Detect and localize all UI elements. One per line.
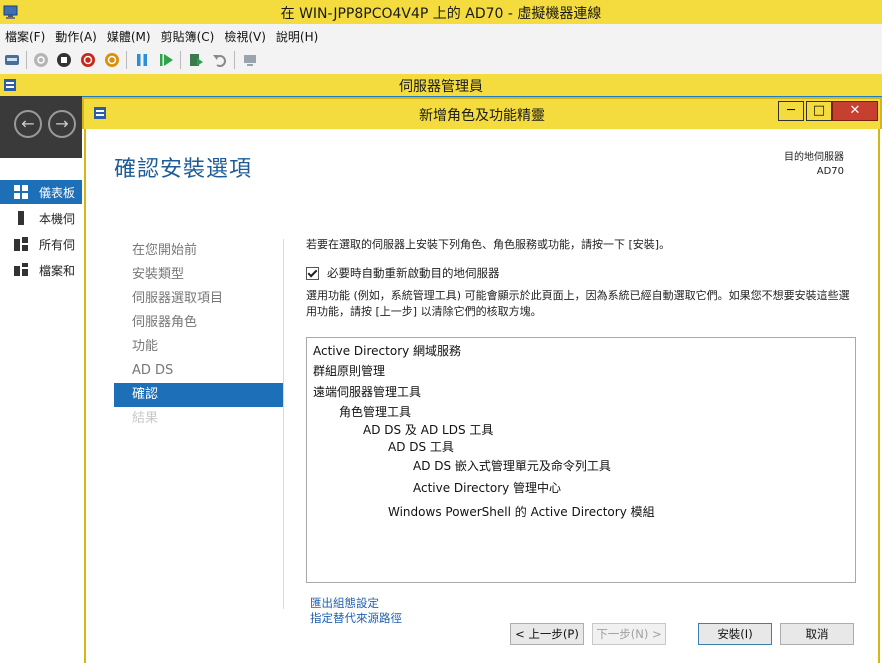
wizard-body: 確認安裝選項 目的地伺服器 AD70 在您開始前 安裝類型 伺服器選取項目 伺服…: [84, 129, 880, 663]
sidebar-item-label: 儀表板: [39, 186, 76, 200]
menu-view[interactable]: 檢視(V): [219, 24, 271, 45]
list-item: AD DS 工具: [388, 440, 454, 454]
intro-text: 若要在選取的伺服器上安裝下列角色、角色服務或功能，請按一下 [安裝]。: [306, 238, 671, 251]
revert-icon[interactable]: [212, 52, 228, 68]
export-settings-link[interactable]: 匯出組態設定: [310, 596, 402, 611]
forward-arrow-icon[interactable]: →: [48, 110, 76, 138]
toolbar-separator: [180, 51, 181, 69]
wizard-title-bar: 新增角色及功能精靈 ─ □ ✕: [82, 97, 882, 129]
step-server-roles[interactable]: 伺服器角色: [114, 311, 284, 335]
wizard-title: 新增角色及功能精靈: [419, 108, 545, 124]
list-item: Active Directory 網域服務: [313, 344, 462, 358]
steps-divider: [283, 239, 284, 609]
list-item: 遠端伺服器管理工具: [313, 385, 422, 399]
server-manager-nav-header: ← →: [0, 96, 82, 158]
toolbar-separator: [234, 51, 235, 69]
list-item: 角色管理工具: [339, 405, 412, 419]
previous-button[interactable]: < 上一步(P): [510, 623, 584, 645]
checkpoint-icon[interactable]: [188, 52, 204, 68]
save-state-icon[interactable]: [104, 52, 120, 68]
menu-clipboard[interactable]: 剪貼簿(C): [156, 24, 220, 45]
server-manager-title-bar: 伺服器管理員: [0, 74, 882, 96]
enhanced-session-icon[interactable]: [242, 52, 258, 68]
sidebar-item-label: 所有伺: [39, 238, 76, 252]
vm-window-title: 在 WIN-JPP8PCO4V4P 上的 AD70 - 虛擬機器連線: [280, 6, 602, 22]
selection-list[interactable]: Active Directory 網域服務 群組原則管理 遠端伺服器管理工具 角…: [306, 337, 856, 583]
wizard-steps: 在您開始前 安裝類型 伺服器選取項目 伺服器角色 功能 AD DS 確認 結果: [114, 239, 284, 431]
restart-checkbox[interactable]: [306, 267, 319, 280]
dashboard-icon: [14, 185, 28, 199]
minimize-icon[interactable]: ─: [778, 101, 804, 121]
install-button[interactable]: 安裝(I): [698, 623, 772, 645]
list-item: Windows PowerShell 的 Active Directory 模組: [388, 505, 655, 519]
list-item: Active Directory 管理中心: [413, 481, 562, 495]
turn-off-icon[interactable]: [56, 52, 72, 68]
step-before-you-begin[interactable]: 在您開始前: [114, 239, 284, 263]
step-features[interactable]: 功能: [114, 335, 284, 359]
step-ad-ds[interactable]: AD DS: [114, 359, 284, 383]
list-item: AD DS 及 AD LDS 工具: [363, 423, 494, 437]
all-servers-icon: [14, 237, 28, 251]
shutdown-icon[interactable]: [80, 52, 96, 68]
resume-icon[interactable]: [158, 52, 174, 68]
page-title: 確認安裝選項: [114, 157, 253, 182]
list-item: AD DS 嵌入式管理單元及命令列工具: [413, 459, 611, 473]
server-manager-sidebar: 儀表板 本機伺 所有伺 檔案和: [0, 158, 82, 663]
step-installation-type[interactable]: 安裝類型: [114, 263, 284, 287]
list-item: 群組原則管理: [313, 364, 386, 378]
menu-help[interactable]: 說明(H): [271, 24, 323, 45]
sidebar-item-label: 檔案和: [39, 264, 76, 278]
menu-media[interactable]: 媒體(M): [102, 24, 156, 45]
wizard-links: 匯出組態設定 指定替代來源路徑: [310, 596, 402, 626]
step-confirmation[interactable]: 確認: [114, 383, 284, 407]
maximize-icon[interactable]: □: [806, 101, 832, 121]
vm-menu-bar: 檔案(F) 動作(A) 媒體(M) 剪貼簿(C) 檢視(V) 說明(H): [0, 24, 882, 46]
alternate-source-link[interactable]: 指定替代來源路徑: [310, 611, 402, 626]
vm-toolbar: [0, 46, 882, 75]
step-server-selection[interactable]: 伺服器選取項目: [114, 287, 284, 311]
file-storage-icon: [14, 263, 28, 276]
local-server-icon: [18, 211, 24, 225]
sidebar-item-local-server[interactable]: 本機伺: [0, 206, 82, 230]
sidebar-item-file-storage[interactable]: 檔案和: [0, 258, 82, 282]
destination-server-value: AD70: [816, 166, 844, 177]
ctrl-alt-del-icon[interactable]: [4, 52, 20, 68]
restart-checkbox-label: 必要時自動重新啟動目的地伺服器: [327, 266, 500, 280]
step-results: 結果: [132, 411, 159, 426]
optional-features-note: 選用功能 (例如，系統管理工具) 可能會顯示於此頁面上，因為系統已經自動選取它們…: [306, 289, 850, 318]
destination-server-label: 目的地伺服器: [784, 152, 844, 163]
toolbar-separator: [26, 51, 27, 69]
sidebar-item-label: 本機伺: [39, 212, 76, 226]
sidebar-item-all-servers[interactable]: 所有伺: [0, 232, 82, 256]
vm-title-bar: 在 WIN-JPP8PCO4V4P 上的 AD70 - 虛擬機器連線: [0, 0, 882, 24]
start-icon[interactable]: [33, 52, 49, 68]
back-arrow-icon[interactable]: ←: [14, 110, 42, 138]
sidebar-item-dashboard[interactable]: 儀表板: [0, 180, 82, 204]
toolbar-separator: [126, 51, 127, 69]
close-icon[interactable]: ✕: [832, 101, 878, 121]
add-roles-wizard-window: 新增角色及功能精靈 ─ □ ✕ 確認安裝選項 目的地伺服器 AD70 在您開始前…: [82, 97, 882, 663]
server-manager-title: 伺服器管理員: [399, 79, 483, 95]
pause-icon[interactable]: [134, 52, 150, 68]
menu-action[interactable]: 動作(A): [50, 24, 102, 45]
next-button: 下一步(N) >: [592, 623, 666, 645]
restart-checkbox-row[interactable]: 必要時自動重新啟動目的地伺服器: [306, 265, 500, 281]
menu-file[interactable]: 檔案(F): [0, 24, 50, 45]
destination-server: 目的地伺服器 AD70: [784, 151, 844, 179]
cancel-button[interactable]: 取消: [780, 623, 854, 645]
